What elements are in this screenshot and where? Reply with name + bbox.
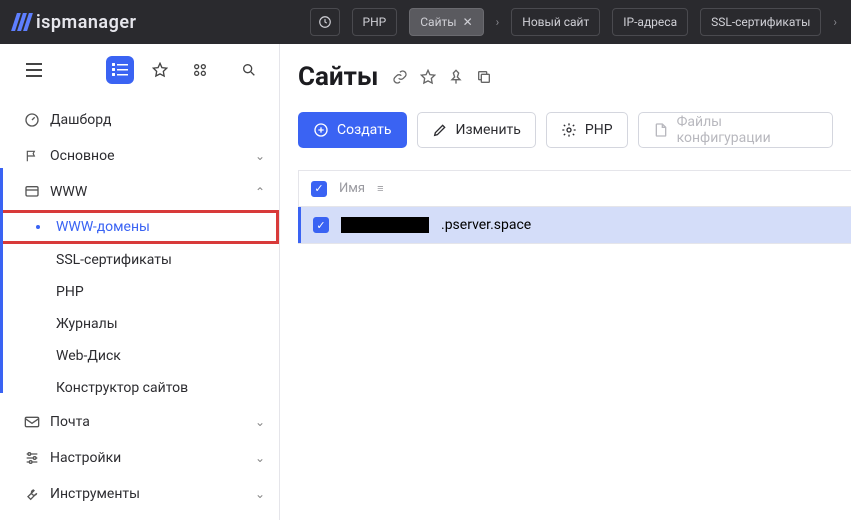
sidebar-nav: Дашборд Основное ⌄ WWW ⌃ WWW-домены SSL-… bbox=[0, 96, 279, 520]
star-icon[interactable] bbox=[146, 56, 174, 84]
crumb-ssl[interactable]: SSL-сертификаты bbox=[700, 8, 821, 36]
sites-table: ✓ Имя ≡ ✓ .pserver.space bbox=[298, 170, 851, 244]
sidebar-item-php[interactable]: PHP bbox=[0, 276, 279, 308]
column-name[interactable]: Имя bbox=[339, 181, 365, 196]
nav-label: Основное bbox=[50, 148, 255, 164]
sidebar-toolbar bbox=[0, 44, 279, 96]
nav-label: Почта bbox=[50, 414, 255, 430]
nav-label: Настройки bbox=[50, 450, 255, 466]
row-checkbox[interactable]: ✓ bbox=[313, 217, 329, 233]
list-view-icon[interactable] bbox=[106, 56, 134, 84]
button-label: PHP bbox=[585, 122, 613, 138]
button-label: Изменить bbox=[456, 122, 521, 138]
nav-label: PHP bbox=[56, 284, 84, 300]
button-label: Создать bbox=[337, 122, 392, 138]
close-icon[interactable]: ✕ bbox=[463, 15, 473, 29]
sidebar-item-settings[interactable]: Настройки ⌄ bbox=[0, 440, 279, 476]
brand-text: ispmanager bbox=[36, 12, 136, 33]
sidebar-item-main[interactable]: Основное ⌄ bbox=[0, 138, 279, 174]
nav-label: Дашборд bbox=[50, 112, 265, 128]
mail-icon bbox=[14, 416, 50, 428]
nav-label: Конструктор сайтов bbox=[56, 380, 188, 396]
crumb-php[interactable]: PHP bbox=[352, 8, 398, 36]
copy-icon[interactable] bbox=[476, 69, 492, 85]
crumb-ip[interactable]: IP-адреса bbox=[612, 8, 688, 36]
chevron-down-icon: ⌄ bbox=[255, 149, 265, 163]
toolbar: Создать Изменить PHP Файлы конфигурации bbox=[298, 112, 851, 148]
nav-label: SSL-сертификаты bbox=[56, 252, 172, 268]
sidebar-item-www-domains[interactable]: WWW-домены bbox=[0, 210, 279, 244]
crumb-sites[interactable]: Сайты ✕ bbox=[409, 8, 483, 36]
php-button[interactable]: PHP bbox=[546, 112, 628, 148]
select-all-checkbox[interactable]: ✓ bbox=[311, 181, 327, 197]
link-icon[interactable] bbox=[392, 69, 408, 85]
sidebar: Дашборд Основное ⌄ WWW ⌃ WWW-домены SSL-… bbox=[0, 44, 280, 520]
redacted-domain bbox=[341, 217, 429, 233]
sidebar-item-webdisk[interactable]: Web-Диск bbox=[0, 340, 279, 372]
chevron-right-icon: › bbox=[833, 15, 837, 29]
brand-logo: ispmanager bbox=[14, 12, 136, 33]
pencil-icon bbox=[432, 122, 448, 138]
pin-icon[interactable] bbox=[448, 69, 464, 85]
chevron-up-icon: ⌃ bbox=[255, 185, 265, 199]
sidebar-item-builder[interactable]: Конструктор сайтов bbox=[0, 372, 279, 404]
plus-icon bbox=[313, 122, 329, 138]
gear-icon bbox=[561, 122, 577, 138]
gauge-icon bbox=[14, 112, 50, 128]
sidebar-item-ssl[interactable]: SSL-сертификаты bbox=[0, 244, 279, 276]
config-files-button[interactable]: Файлы конфигурации bbox=[638, 112, 833, 148]
flag-icon bbox=[14, 148, 50, 164]
active-group-indicator bbox=[0, 168, 3, 393]
create-button[interactable]: Создать bbox=[298, 112, 407, 148]
nav-label: WWW bbox=[50, 184, 255, 200]
modules-icon[interactable] bbox=[186, 56, 214, 84]
edit-button[interactable]: Изменить bbox=[417, 112, 536, 148]
menu-toggle[interactable] bbox=[16, 63, 52, 77]
nav-label: WWW-домены bbox=[56, 219, 150, 235]
table-header: ✓ Имя ≡ bbox=[299, 171, 851, 207]
star-icon[interactable] bbox=[420, 69, 436, 85]
table-row[interactable]: ✓ .pserver.space bbox=[298, 207, 851, 243]
sort-icon[interactable]: ≡ bbox=[377, 182, 383, 195]
sidebar-item-logs[interactable]: Журналы bbox=[0, 308, 279, 340]
file-icon bbox=[653, 122, 669, 138]
crumb-newsite[interactable]: Новый сайт bbox=[511, 8, 600, 36]
nav-label: Web-Диск bbox=[56, 348, 121, 364]
sliders-icon bbox=[14, 450, 50, 466]
page-title: Сайты bbox=[298, 62, 378, 92]
sidebar-item-tools[interactable]: Инструменты ⌄ bbox=[0, 476, 279, 512]
sidebar-item-mail[interactable]: Почта ⌄ bbox=[0, 404, 279, 440]
nav-label: Журналы bbox=[56, 316, 118, 332]
header-clock-icon[interactable] bbox=[310, 8, 340, 36]
nav-label: Инструменты bbox=[50, 486, 255, 502]
chevron-down-icon: ⌄ bbox=[255, 415, 265, 429]
chevron-right-icon: › bbox=[496, 15, 500, 29]
sidebar-item-stats[interactable]: Статистика ⌄ bbox=[0, 512, 279, 520]
button-label: Файлы конфигурации bbox=[677, 114, 818, 146]
logo-icon bbox=[14, 13, 30, 31]
chevron-down-icon: ⌄ bbox=[255, 451, 265, 465]
wrench-icon bbox=[14, 486, 50, 502]
chevron-down-icon: ⌄ bbox=[255, 487, 265, 501]
globe-icon bbox=[14, 184, 50, 200]
domain-suffix: .pserver.space bbox=[441, 217, 531, 233]
search-icon[interactable] bbox=[235, 56, 263, 84]
sidebar-item-www[interactable]: WWW ⌃ bbox=[0, 174, 279, 210]
app-header: ispmanager PHP Сайты ✕ › Новый сайт IP-а… bbox=[0, 0, 851, 44]
sidebar-item-dashboard[interactable]: Дашборд bbox=[0, 102, 279, 138]
content-area: Сайты Создать Изменить PHP bbox=[280, 44, 851, 520]
